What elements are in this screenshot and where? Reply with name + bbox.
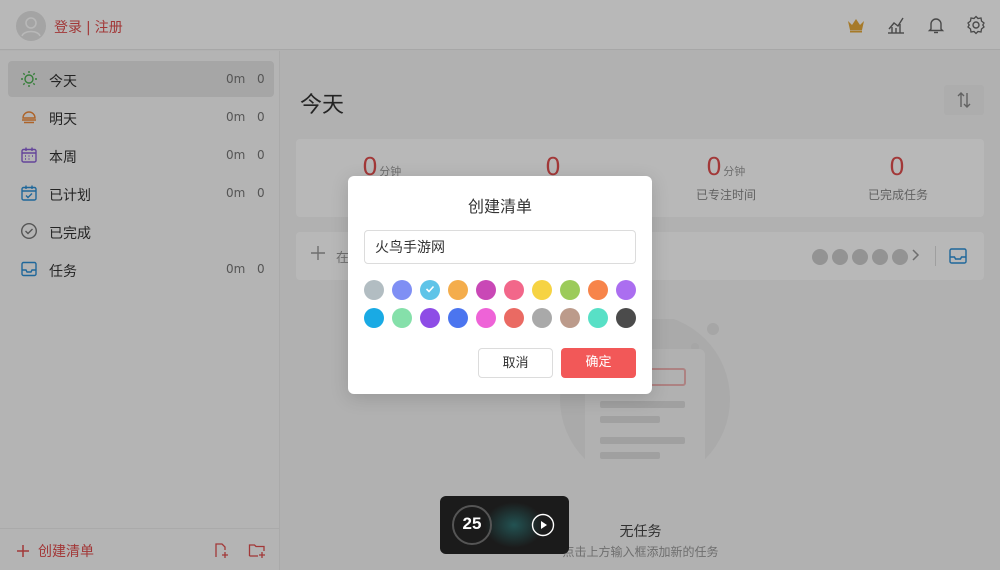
color-swatch[interactable] — [532, 280, 552, 300]
color-swatch[interactable] — [364, 280, 384, 300]
play-icon[interactable] — [531, 513, 555, 537]
timer-minutes: 25 — [462, 514, 482, 533]
color-swatch[interactable] — [392, 280, 412, 300]
color-swatch[interactable] — [588, 308, 608, 328]
create-list-dialog: 创建清单 取消 确定 — [348, 176, 652, 394]
color-swatch[interactable] — [448, 308, 468, 328]
list-name-input[interactable] — [364, 230, 636, 264]
color-swatch[interactable] — [616, 308, 636, 328]
color-swatch[interactable] — [588, 280, 608, 300]
color-swatch[interactable] — [420, 308, 440, 328]
confirm-button[interactable]: 确定 — [561, 348, 636, 378]
color-swatch[interactable] — [448, 280, 468, 300]
color-swatch[interactable] — [476, 280, 496, 300]
color-swatch[interactable] — [532, 308, 552, 328]
check-icon — [425, 285, 435, 293]
color-swatch[interactable] — [560, 280, 580, 300]
color-swatch[interactable] — [504, 308, 524, 328]
dialog-title: 创建清单 — [467, 197, 532, 216]
pomodoro-widget[interactable]: 25 — [440, 496, 569, 554]
color-swatch[interactable] — [476, 308, 496, 328]
cancel-button[interactable]: 取消 — [478, 348, 553, 378]
color-swatch[interactable] — [504, 280, 524, 300]
color-swatch[interactable] — [420, 280, 440, 300]
color-swatch[interactable] — [364, 308, 384, 328]
color-swatch[interactable] — [392, 308, 412, 328]
color-swatch[interactable] — [616, 280, 636, 300]
color-swatch[interactable] — [560, 308, 580, 328]
